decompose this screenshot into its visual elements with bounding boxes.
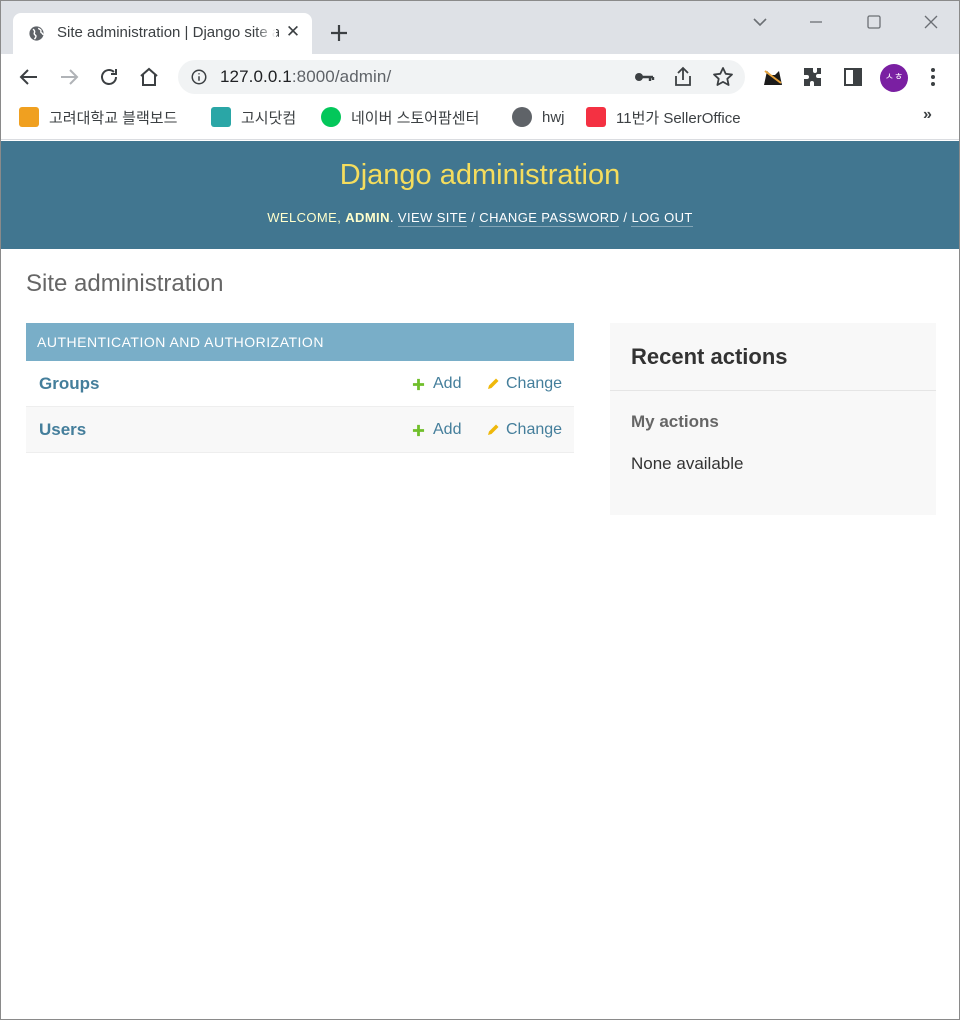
app-module-auth: Authentication and Authorization Groups … xyxy=(26,323,574,453)
new-tab-icon[interactable] xyxy=(327,21,351,45)
back-arrow-icon[interactable] xyxy=(17,65,41,89)
bookmark-label: hwj xyxy=(542,108,565,126)
close-tab-icon[interactable]: ✕ xyxy=(284,23,302,41)
model-link-groups[interactable]: Groups xyxy=(39,374,99,394)
separator: / xyxy=(471,210,476,225)
reload-icon[interactable] xyxy=(97,65,121,89)
add-label: Add xyxy=(433,375,462,392)
url-path: :8000/admin/ xyxy=(291,67,392,86)
tab-title-fade xyxy=(256,19,276,47)
change-groups-button[interactable]: Change xyxy=(486,375,562,393)
plus-icon xyxy=(412,378,425,390)
add-label: Add xyxy=(433,421,462,438)
change-password-link[interactable]: Change password xyxy=(479,210,620,227)
plus-icon xyxy=(412,424,425,436)
extension-cat-icon[interactable] xyxy=(761,65,785,89)
tab-strip: Site administration | Django site admin … xyxy=(1,1,959,54)
bookmark-label: 고려대학교 블랙보드 xyxy=(49,109,178,127)
browser-tab-active[interactable]: Site administration | Django site admin … xyxy=(13,13,312,54)
maximize-icon[interactable] xyxy=(862,10,886,34)
browser-window: Site administration | Django site admin … xyxy=(0,0,960,1020)
bookmark-label: 고시닷컴 xyxy=(241,109,297,127)
pencil-icon xyxy=(19,107,39,127)
close-window-icon[interactable] xyxy=(919,10,943,34)
site-info-icon[interactable] xyxy=(190,68,208,86)
bookmark-star-icon[interactable] xyxy=(711,65,735,89)
key-icon[interactable] xyxy=(632,65,656,89)
page-title: Site administration xyxy=(26,270,224,297)
bookmarks-overflow-chevron[interactable]: » xyxy=(923,106,932,124)
minimize-icon[interactable] xyxy=(804,10,828,34)
11st-icon xyxy=(586,107,606,127)
recent-actions-title: Recent actions xyxy=(631,344,788,369)
bookmark-label: 11번가 SellerOffice xyxy=(616,109,741,127)
separator: / xyxy=(623,210,628,225)
change-users-button[interactable]: Change xyxy=(486,421,562,439)
globe-icon xyxy=(512,107,532,127)
tab-title: Site administration | Django site admin xyxy=(57,24,279,41)
tab-search-chevron-icon[interactable] xyxy=(748,10,772,34)
divider xyxy=(610,390,936,391)
bookmark-item[interactable]: 고려대학교 블랙보드 xyxy=(19,106,177,128)
recent-actions-panel: Recent actions My actions None available xyxy=(610,323,936,515)
change-label: Change xyxy=(506,375,563,392)
bookmark-item[interactable]: 고시닷컴 xyxy=(211,106,296,128)
address-bar[interactable]: 127.0.0.1:8000/admin/ xyxy=(178,60,745,94)
extensions-puzzle-icon[interactable] xyxy=(801,65,825,89)
share-icon[interactable] xyxy=(671,65,695,89)
model-row-groups: Groups Add Change xyxy=(26,361,574,407)
bookmark-item[interactable]: hwj xyxy=(512,106,565,128)
bookmark-label: 네이버 스토어팜센터 xyxy=(351,109,480,127)
module-caption[interactable]: Authentication and Authorization xyxy=(26,323,574,361)
url-text[interactable]: 127.0.0.1:8000/admin/ xyxy=(220,67,391,87)
g-icon xyxy=(211,107,231,127)
pencil-icon xyxy=(488,378,499,389)
username: admin xyxy=(345,210,390,225)
site-branding[interactable]: Django administration xyxy=(1,159,959,192)
django-header: Django administration Welcome, admin. Vi… xyxy=(1,141,959,249)
view-site-link[interactable]: View site xyxy=(397,210,468,227)
bookmarks-bar: 고려대학교 블랙보드 고시닷컴 네이버 스토어팜센터 hwj 11번가 Sell… xyxy=(1,100,959,140)
store-icon xyxy=(321,107,341,127)
change-label: Change xyxy=(506,421,563,438)
url-host: 127.0.0.1 xyxy=(220,67,292,86)
my-actions-heading: My actions xyxy=(631,412,719,431)
globe-icon xyxy=(29,26,44,41)
menu-kebab-icon[interactable] xyxy=(921,65,945,89)
pencil-icon xyxy=(488,424,499,435)
welcome-text: Welcome, xyxy=(267,210,342,225)
log-out-link[interactable]: Log out xyxy=(631,210,693,227)
side-panel-icon[interactable] xyxy=(841,65,865,89)
add-groups-button[interactable]: Add xyxy=(412,375,461,393)
forward-arrow-icon[interactable] xyxy=(57,65,81,89)
period-text: . xyxy=(389,210,394,225)
add-users-button[interactable]: Add xyxy=(412,421,461,439)
bookmark-item[interactable]: 11번가 SellerOffice xyxy=(586,106,741,128)
home-icon[interactable] xyxy=(137,65,161,89)
bookmark-item[interactable]: 네이버 스토어팜센터 xyxy=(321,106,479,128)
model-row-users: Users Add Change xyxy=(26,407,574,453)
model-link-users[interactable]: Users xyxy=(39,420,86,440)
browser-toolbar: 127.0.0.1:8000/admin/ ㅅㅎ xyxy=(1,54,959,100)
user-tools: Welcome, admin. View site / Change passw… xyxy=(1,210,959,227)
profile-avatar[interactable]: ㅅㅎ xyxy=(880,64,908,92)
empty-state-text: None available xyxy=(631,454,744,473)
